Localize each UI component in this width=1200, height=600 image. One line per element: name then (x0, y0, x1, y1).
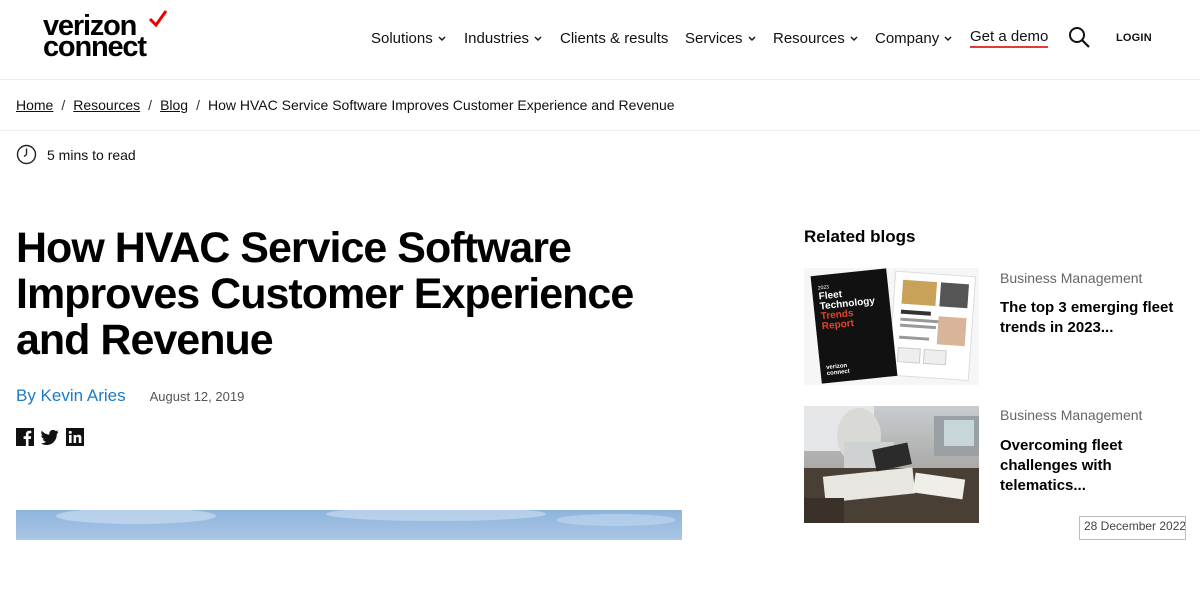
chevron-down-icon (944, 36, 952, 41)
breadcrumb-home[interactable]: Home (16, 97, 53, 113)
fleet-report-cover-illustration: 2023 Fleet Technology Trends Report veri… (804, 268, 979, 385)
related-blogs-heading: Related blogs (804, 227, 916, 246)
read-time: 5 mins to read (16, 144, 136, 165)
breadcrumb-separator: / (61, 97, 66, 113)
nav-company[interactable]: Company (875, 28, 953, 48)
get-a-demo-link[interactable]: Get a demo (970, 28, 1049, 48)
share-icons (16, 428, 84, 446)
breadcrumb: Home / Resources / Blog / How HVAC Servi… (16, 97, 675, 113)
office-meeting-photo-illustration (804, 406, 979, 523)
nav-label: Industries (464, 29, 530, 47)
nav-services[interactable]: Services (685, 28, 757, 48)
nav-solutions[interactable]: Solutions (371, 28, 447, 48)
publish-date: August 12, 2019 (149, 389, 245, 404)
linkedin-icon[interactable] (66, 428, 84, 446)
divider (0, 130, 1200, 131)
related-card-image[interactable] (804, 406, 979, 523)
nav-resources[interactable]: Resources (773, 28, 859, 48)
sky-clouds-illustration (56, 510, 676, 526)
verizon-connect-logo[interactable]: verizon connect (43, 10, 168, 64)
related-card-category[interactable]: Business Management (1000, 270, 1142, 286)
search-icon[interactable] (1068, 26, 1090, 48)
nav-industries[interactable]: Industries (464, 28, 543, 48)
author-link[interactable]: By Kevin Aries (16, 386, 126, 406)
nav-label: Get a demo (970, 28, 1049, 45)
chevron-down-icon (438, 36, 446, 41)
date-stamp: 28 December 2022 (1079, 516, 1186, 540)
logo-check-icon (148, 10, 168, 28)
breadcrumb-separator: / (148, 97, 153, 113)
hero-image (16, 510, 682, 540)
nav-label: Services (685, 29, 743, 47)
clock-icon (16, 144, 37, 165)
chevron-down-icon (534, 36, 542, 41)
breadcrumb-current: How HVAC Service Software Improves Custo… (207, 97, 675, 113)
nav-label: Clients & results (560, 29, 669, 47)
breadcrumb-separator: / (196, 97, 200, 113)
facebook-icon[interactable] (16, 428, 34, 446)
byline: By Kevin Aries August 12, 2019 (16, 386, 244, 406)
related-card-title[interactable]: Overcoming fleet challenges with telemat… (1000, 436, 1190, 496)
related-card-image[interactable]: 2023 Fleet Technology Trends Report veri… (804, 268, 979, 385)
chevron-down-icon (748, 36, 756, 41)
nav-label: Resources (773, 29, 845, 47)
article-title: How HVAC Service Software Improves Custo… (16, 224, 634, 364)
logo-line2: connect (43, 31, 147, 63)
related-card-title[interactable]: The top 3 emerging fleet trends in 2023.… (1000, 298, 1190, 338)
related-card-category[interactable]: Business Management (1000, 407, 1142, 423)
login-link[interactable]: LOGIN (1116, 32, 1152, 44)
breadcrumb-blog[interactable]: Blog (160, 97, 188, 113)
site-header: verizon connect Solutions Industries Cli… (0, 0, 1200, 80)
nav-label: Company (875, 29, 940, 47)
breadcrumb-resources[interactable]: Resources (73, 97, 140, 113)
nav-label: Solutions (371, 29, 433, 47)
read-time-label: 5 mins to read (47, 146, 136, 163)
nav-clients-results[interactable]: Clients & results (560, 28, 668, 48)
chevron-down-icon (850, 36, 858, 41)
twitter-icon[interactable] (41, 428, 59, 446)
